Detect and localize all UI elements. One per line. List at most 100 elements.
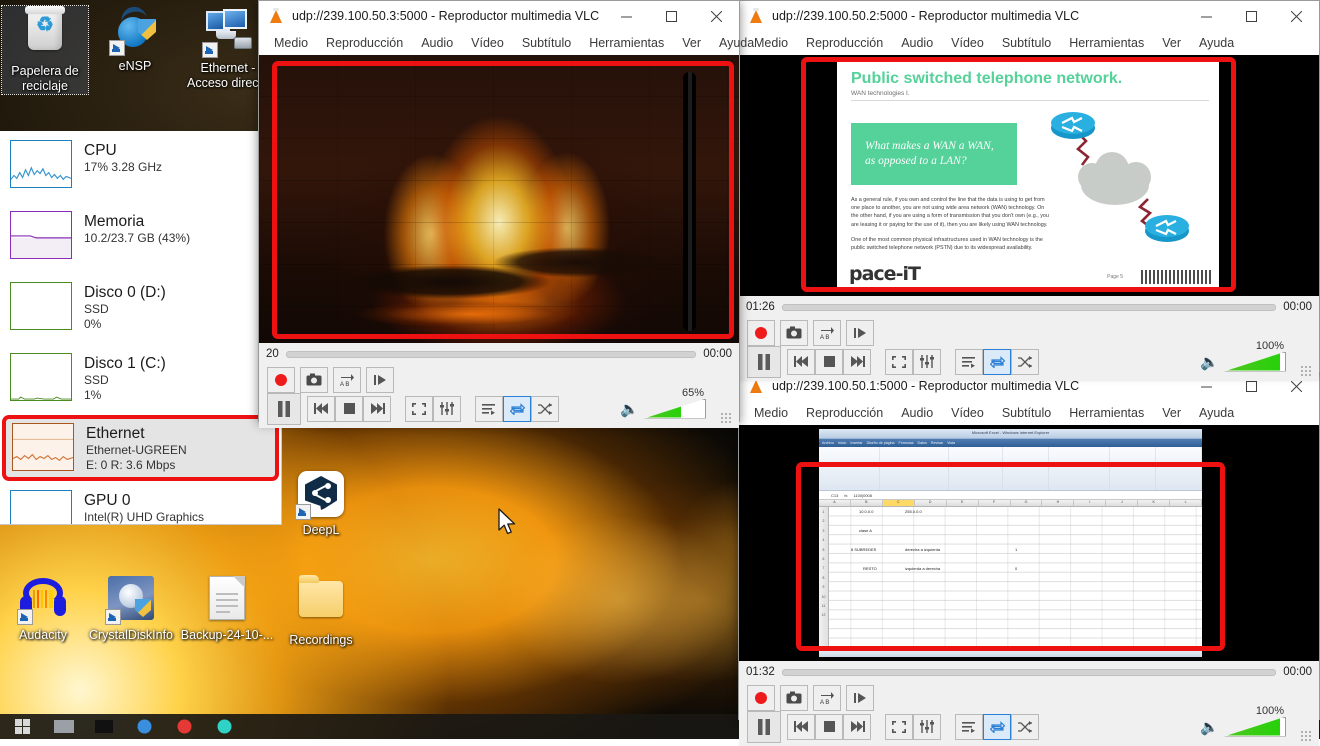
vlc1-main-row[interactable]: 🔈 65% <box>267 394 731 423</box>
vlc1-resize-grip[interactable] <box>720 412 731 423</box>
vlc3-resize-grip[interactable] <box>1300 730 1311 741</box>
vlc1-fullscreen-button[interactable] <box>405 396 433 422</box>
vlc1-pause-button[interactable] <box>267 393 301 425</box>
excel-col-g[interactable]: G <box>1011 500 1043 506</box>
vlc2-menu-audio[interactable]: Audio <box>892 34 942 52</box>
vlc2-volume-control[interactable]: 🔈 100% <box>1200 352 1300 372</box>
vlc2-menu-ayuda[interactable]: Ayuda <box>1190 34 1243 52</box>
excel-cell-b3[interactable]: clase A <box>859 528 872 533</box>
vlc3-ab-loop-button[interactable]: A B <box>813 685 841 711</box>
vlc2-equalizer-button[interactable] <box>913 349 941 375</box>
vlc3-control-panel[interactable]: A B <box>739 681 1319 746</box>
vlc3-shuffle-button[interactable] <box>1011 714 1039 740</box>
task-manager-row-memory[interactable]: Memoria 10.2/23.7 GB (43%) <box>0 202 281 273</box>
vlc1-close-button[interactable] <box>694 1 739 31</box>
vlc1-menu-medio[interactable]: Medio <box>265 34 317 52</box>
task-manager-performance-panel[interactable]: CPU 17% 3.28 GHz Memoria 10.2/23.7 GB (4… <box>0 131 282 525</box>
vlc1-menu-ver[interactable]: Ver <box>673 34 710 52</box>
vlc3-seek-slider[interactable] <box>782 669 1276 676</box>
vlc1-volume-control[interactable]: 🔈 65% <box>620 399 720 419</box>
vlc2-ab-loop-button[interactable]: A B <box>813 320 841 346</box>
vlc2-minimize-button[interactable] <box>1184 1 1229 31</box>
vlc2-menu-bar[interactable]: Medio Reproducción Audio Vídeo Subtítulo… <box>739 31 1319 55</box>
vlc3-speaker-icon[interactable]: 🔈 <box>1200 718 1219 736</box>
excel-col-j[interactable]: J <box>1106 500 1138 506</box>
excel-col-d[interactable]: D <box>915 500 947 506</box>
vlc2-next-button[interactable] <box>843 349 871 375</box>
vlc1-snapshot-button[interactable] <box>300 367 328 393</box>
excel-col-b[interactable]: B <box>851 500 883 506</box>
vlc1-title-bar[interactable]: udp://239.100.50.3:5000 - Reproductor mu… <box>259 1 739 31</box>
vlc3-stop-button[interactable] <box>815 714 843 740</box>
taskbar-item-browser[interactable] <box>124 714 164 739</box>
vlc2-title-bar[interactable]: udp://239.100.50.2:5000 - Reproductor mu… <box>739 1 1319 31</box>
excel-col-e[interactable]: E <box>947 500 979 506</box>
vlc3-fullscreen-button[interactable] <box>885 714 913 740</box>
vlc1-video-surface[interactable] <box>259 55 739 343</box>
excel-cell-grid[interactable]: 123456789101112 10.0.0.0 255.0.0.0 clase… <box>819 507 1202 657</box>
vlc1-menu-herramientas[interactable]: Herramientas <box>580 34 673 52</box>
vlc1-menu-ayuda[interactable]: Ayuda <box>710 34 763 52</box>
vlc2-maximize-button[interactable] <box>1229 1 1274 31</box>
vlc1-equalizer-button[interactable] <box>433 396 461 422</box>
taskbar-item-media[interactable] <box>164 714 204 739</box>
vlc3-menu-herramientas[interactable]: Herramientas <box>1060 404 1153 422</box>
vlc3-next-button[interactable] <box>843 714 871 740</box>
vlc2-control-panel[interactable]: A B <box>739 316 1319 381</box>
vlc3-snapshot-button[interactable] <box>780 685 808 711</box>
vlc1-ab-loop-button[interactable]: A B <box>333 367 361 393</box>
vlc-window-3[interactable]: udp://239.100.50.1:5000 - Reproductor mu… <box>738 370 1320 720</box>
excel-formula-value[interactable]: 1100|0008 <box>853 493 872 498</box>
vlc-window-1[interactable]: udp://239.100.50.3:5000 - Reproductor mu… <box>258 0 740 422</box>
desktop-icon-ensp[interactable]: eNSP <box>92 6 178 74</box>
vlc-window-2[interactable]: udp://239.100.50.2:5000 - Reproductor mu… <box>738 0 1320 372</box>
vlc1-record-button[interactable] <box>267 367 295 393</box>
vlc3-seek-area[interactable]: 01:32 00:00 <box>739 661 1319 681</box>
vlc3-frame-by-frame-button[interactable] <box>846 685 874 711</box>
vlc2-close-button[interactable] <box>1274 1 1319 31</box>
desktop-icon-recordings-folder[interactable]: Recordings <box>278 574 364 648</box>
vlc1-menu-audio[interactable]: Audio <box>412 34 462 52</box>
excel-col-h[interactable]: H <box>1042 500 1074 506</box>
vlc1-seek-slider[interactable] <box>286 351 696 358</box>
vlc2-extended-row[interactable]: A B <box>747 318 1311 347</box>
excel-col-k[interactable]: K <box>1138 500 1170 506</box>
vlc1-frame-by-frame-button[interactable] <box>366 367 394 393</box>
vlc2-stop-button[interactable] <box>815 349 843 375</box>
vlc3-pause-button[interactable] <box>747 711 781 743</box>
excel-col-f[interactable]: F <box>979 500 1011 506</box>
vlc2-menu-ver[interactable]: Ver <box>1153 34 1190 52</box>
vlc2-record-button[interactable] <box>747 320 775 346</box>
vlc3-volume-control[interactable]: 🔈 100% <box>1200 717 1300 737</box>
excel-cell-b1[interactable]: 10.0.0.0 <box>859 509 873 514</box>
excel-name-box[interactable]: C13 <box>831 493 838 498</box>
excel-col-c[interactable]: C <box>883 500 915 506</box>
task-manager-row-cpu[interactable]: CPU 17% 3.28 GHz <box>0 131 281 202</box>
vlc3-volume-slider[interactable] <box>1224 717 1286 737</box>
taskbar-item-window-1[interactable] <box>44 714 84 739</box>
vlc3-extended-row[interactable]: A B <box>747 683 1311 712</box>
start-button[interactable] <box>0 714 44 739</box>
vlc2-video-surface[interactable]: Public switched telephone network. WAN t… <box>739 55 1319 296</box>
vlc1-shuffle-button[interactable] <box>531 396 559 422</box>
vlc2-menu-subtitulo[interactable]: Subtítulo <box>993 34 1060 52</box>
task-manager-row-ethernet[interactable]: Ethernet Ethernet-UGREEN E: 0 R: 3.6 Mbp… <box>2 415 279 481</box>
vlc3-menu-subtitulo[interactable]: Subtítulo <box>993 404 1060 422</box>
task-manager-row-gpu0[interactable]: GPU 0 Intel(R) UHD Graphics 6% <box>0 481 281 525</box>
vlc1-speaker-icon[interactable]: 🔈 <box>620 400 639 418</box>
vlc2-snapshot-button[interactable] <box>780 320 808 346</box>
task-manager-row-disk1[interactable]: Disco 1 (C:) SSD 1% <box>0 344 281 415</box>
vlc3-main-row[interactable]: 🔈 100% <box>747 712 1311 741</box>
vlc2-pause-button[interactable] <box>747 346 781 378</box>
vlc2-shuffle-button[interactable] <box>1011 349 1039 375</box>
vlc2-menu-reproduccion[interactable]: Reproducción <box>797 34 892 52</box>
vlc2-playlist-button[interactable] <box>955 349 983 375</box>
vlc2-loop-button[interactable] <box>983 349 1011 375</box>
vlc2-menu-video[interactable]: Vídeo <box>942 34 993 52</box>
vlc2-previous-button[interactable] <box>787 349 815 375</box>
vlc3-menu-audio[interactable]: Audio <box>892 404 942 422</box>
vlc3-record-button[interactable] <box>747 685 775 711</box>
vlc2-seek-slider[interactable] <box>782 304 1276 311</box>
vlc3-equalizer-button[interactable] <box>913 714 941 740</box>
vlc3-menu-ver[interactable]: Ver <box>1153 404 1190 422</box>
